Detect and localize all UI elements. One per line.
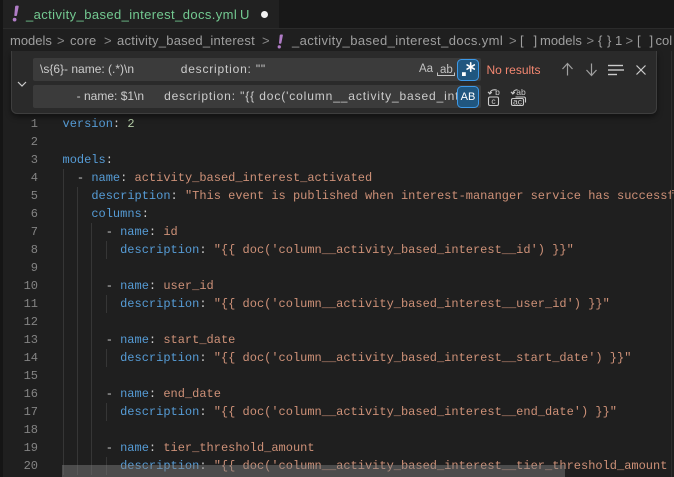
svg-text:b: b [495,87,500,97]
svg-text:ac: ac [513,96,523,106]
svg-text:ab: ab [440,64,453,76]
